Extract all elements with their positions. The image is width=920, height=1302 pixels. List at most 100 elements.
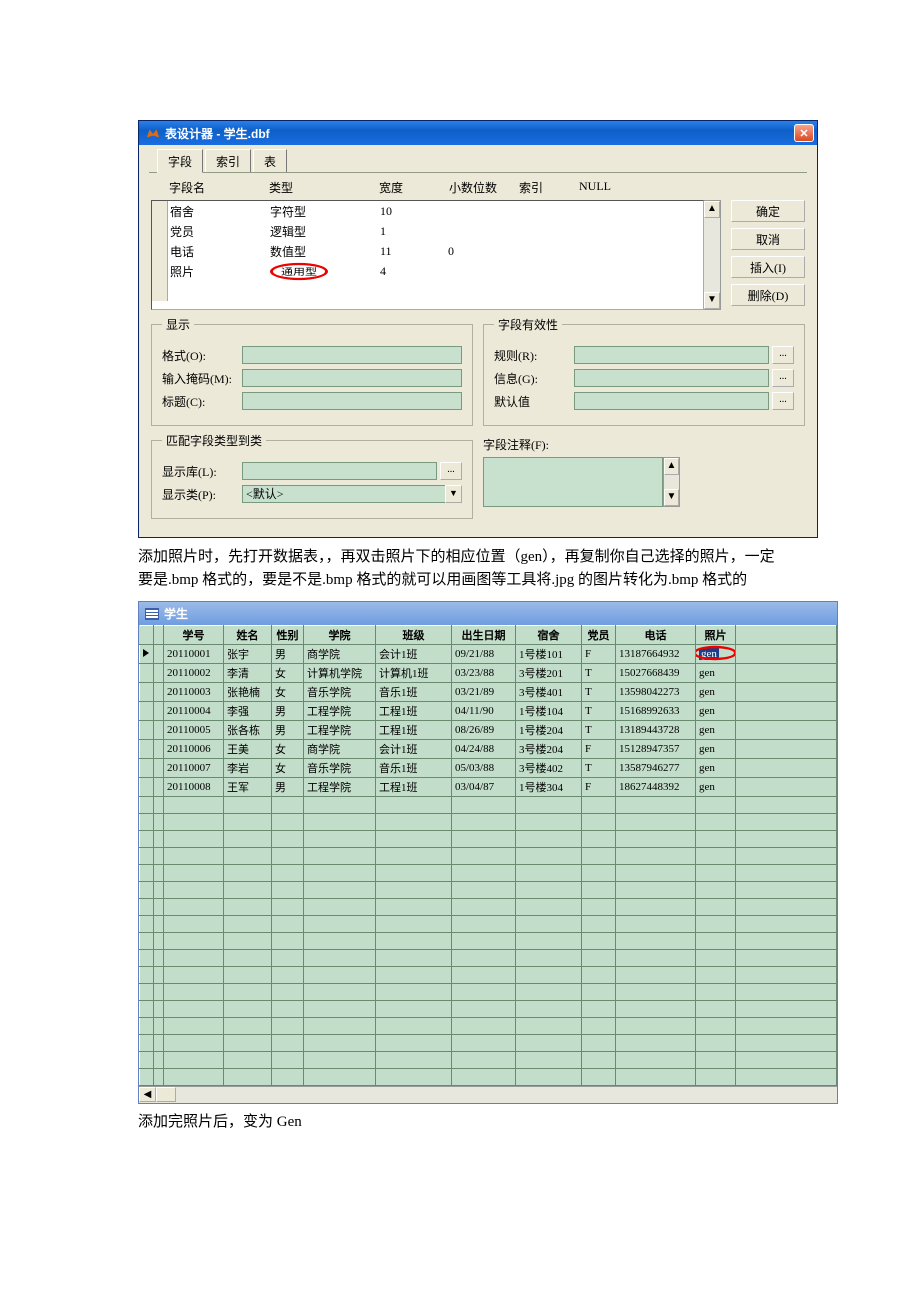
cell-width[interactable]: 11 <box>378 242 446 261</box>
cell-college[interactable]: 计算机学院 <box>304 664 376 683</box>
cell-birth[interactable]: 03/23/88 <box>452 664 516 683</box>
cell-sex[interactable]: 女 <box>272 759 304 778</box>
table-row[interactable] <box>140 814 837 831</box>
display-lib-input[interactable] <box>242 462 437 480</box>
cell-dorm[interactable]: 3号楼201 <box>516 664 582 683</box>
cell-id[interactable]: 20110007 <box>164 759 224 778</box>
table-row[interactable]: 20110002李清女计算机学院计算机1班03/23/883号楼201T1502… <box>140 664 837 683</box>
row-marker[interactable] <box>140 702 154 721</box>
rule-input[interactable] <box>574 346 769 364</box>
table-row[interactable] <box>140 848 837 865</box>
cell-sex[interactable]: 男 <box>272 778 304 797</box>
cell-birth[interactable]: 04/11/90 <box>452 702 516 721</box>
cell-dec[interactable] <box>446 229 514 233</box>
table-row[interactable] <box>140 1001 837 1018</box>
cell-index[interactable] <box>514 229 572 233</box>
col-phone[interactable]: 电话 <box>616 626 696 645</box>
close-button[interactable]: ✕ <box>794 124 814 142</box>
row-marker[interactable] <box>140 759 154 778</box>
cell-class[interactable]: 会计1班 <box>376 740 452 759</box>
photo-cell[interactable]: gen <box>699 667 715 679</box>
table-row[interactable]: 20110004李强男工程学院工程1班04/11/901号楼104T151689… <box>140 702 837 721</box>
field-comment-input[interactable] <box>483 457 663 507</box>
cell-college[interactable]: 工程学院 <box>304 721 376 740</box>
cell-name[interactable]: 王军 <box>224 778 272 797</box>
field-row[interactable]: 党员逻辑型1 <box>152 221 703 241</box>
photo-cell-selected[interactable]: gen <box>699 648 719 660</box>
delete-marker[interactable] <box>154 759 164 778</box>
cell-dorm[interactable]: 1号楼101 <box>516 645 582 664</box>
cell-party[interactable]: T <box>582 759 616 778</box>
photo-cell[interactable]: gen <box>699 743 715 755</box>
table-row[interactable]: 20110001张宇男商学院会计1班09/21/881号楼101F1318766… <box>140 645 837 664</box>
cell-college[interactable]: 商学院 <box>304 645 376 664</box>
table-row[interactable]: 20110005张各栋男工程学院工程1班08/26/891号楼204T13189… <box>140 721 837 740</box>
cell-party[interactable]: T <box>582 702 616 721</box>
cell-class[interactable]: 工程1班 <box>376 778 452 797</box>
cell-class[interactable]: 会计1班 <box>376 645 452 664</box>
delete-marker[interactable] <box>154 702 164 721</box>
cell-id[interactable]: 20110006 <box>164 740 224 759</box>
browse-lib-button[interactable]: ... <box>440 462 462 480</box>
cell-party[interactable]: F <box>582 645 616 664</box>
display-class-combo[interactable]: <默认> <box>242 485 445 503</box>
cell-college[interactable]: 商学院 <box>304 740 376 759</box>
cell-index[interactable] <box>514 209 572 213</box>
cell-class[interactable]: 计算机1班 <box>376 664 452 683</box>
cell-photo[interactable]: gen <box>696 702 736 721</box>
row-marker[interactable] <box>140 721 154 740</box>
cell-phone[interactable]: 13598042273 <box>616 683 696 702</box>
col-college[interactable]: 学院 <box>304 626 376 645</box>
comment-scrollbar[interactable]: ▲ ▼ <box>663 457 680 507</box>
rule-browse-button[interactable]: ... <box>772 346 794 364</box>
tab-index[interactable]: 索引 <box>205 149 251 172</box>
cell-fieldname[interactable]: 电话 <box>168 241 268 262</box>
table-row[interactable]: 20110003张艳楠女音乐学院音乐1班03/21/893号楼401T13598… <box>140 683 837 702</box>
col-dorm[interactable]: 宿舍 <box>516 626 582 645</box>
col-birth[interactable]: 出生日期 <box>452 626 516 645</box>
dropdown-icon[interactable]: ▼ <box>445 485 462 503</box>
caption-input[interactable] <box>242 392 462 410</box>
photo-cell[interactable]: gen <box>699 781 715 793</box>
cell-id[interactable]: 20110008 <box>164 778 224 797</box>
cell-id[interactable]: 20110001 <box>164 645 224 664</box>
delete-marker[interactable] <box>154 645 164 664</box>
cell-fieldname[interactable]: 党员 <box>168 221 268 242</box>
table-row[interactable] <box>140 1018 837 1035</box>
cell-dorm[interactable]: 3号楼401 <box>516 683 582 702</box>
table-row[interactable] <box>140 831 837 848</box>
field-row[interactable]: 照片通用型4 <box>152 261 703 281</box>
default-input[interactable] <box>574 392 769 410</box>
delete-marker[interactable] <box>154 721 164 740</box>
info-browse-button[interactable]: ... <box>772 369 794 387</box>
field-grid-scrollbar[interactable]: ▲ ▼ <box>704 200 721 310</box>
cell-birth[interactable]: 03/21/89 <box>452 683 516 702</box>
cell-photo[interactable]: gen <box>696 759 736 778</box>
cell-null[interactable] <box>572 229 626 233</box>
cell-phone[interactable]: 15168992633 <box>616 702 696 721</box>
table-row[interactable] <box>140 950 837 967</box>
cell-phone[interactable]: 18627448392 <box>616 778 696 797</box>
scroll-thumb[interactable] <box>156 1087 176 1102</box>
cell-dorm[interactable]: 3号楼204 <box>516 740 582 759</box>
cell-name[interactable]: 李岩 <box>224 759 272 778</box>
cell-class[interactable]: 工程1班 <box>376 702 452 721</box>
cell-dorm[interactable]: 1号楼304 <box>516 778 582 797</box>
cell-name[interactable]: 李强 <box>224 702 272 721</box>
cell-name[interactable]: 张宇 <box>224 645 272 664</box>
cell-sex[interactable]: 男 <box>272 702 304 721</box>
cell-id[interactable]: 20110004 <box>164 702 224 721</box>
row-handle[interactable] <box>152 261 168 281</box>
table-row[interactable] <box>140 967 837 984</box>
cell-party[interactable]: T <box>582 683 616 702</box>
scroll-down-icon[interactable]: ▼ <box>704 292 720 309</box>
browse-hscroll[interactable]: ◀ <box>139 1086 837 1103</box>
cell-college[interactable]: 工程学院 <box>304 778 376 797</box>
browse-grid[interactable]: 学号 姓名 性别 学院 班级 出生日期 宿舍 党员 电话 照片 20110001… <box>139 625 837 1086</box>
row-marker[interactable] <box>140 664 154 683</box>
cell-sex[interactable]: 男 <box>272 645 304 664</box>
cell-birth[interactable]: 08/26/89 <box>452 721 516 740</box>
field-row[interactable]: 电话数值型110 <box>152 241 703 261</box>
cell-sex[interactable]: 男 <box>272 721 304 740</box>
ok-button[interactable]: 确定 <box>731 200 805 222</box>
